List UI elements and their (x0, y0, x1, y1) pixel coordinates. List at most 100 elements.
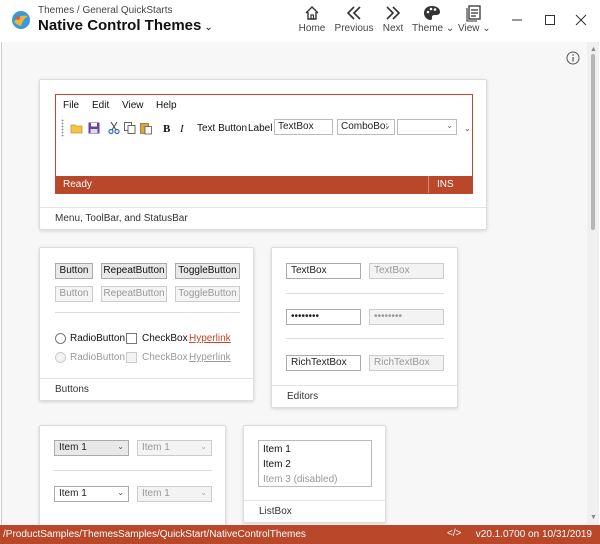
radio-button-disabled (55, 352, 66, 363)
toolbar-textbox[interactable]: TextBox (274, 119, 333, 135)
chevron-down-icon: ⌄ (117, 442, 124, 451)
toolbar-combobox-value: ComboBo: (341, 121, 389, 132)
next-icon (386, 6, 401, 20)
home-label: Home (298, 23, 326, 34)
chevron-down-icon: ⌄ (204, 22, 213, 33)
home-button[interactable]: Home (298, 4, 326, 38)
checkbox-disabled-label: CheckBox (142, 352, 188, 363)
page-title-text: Native Control Themes (38, 17, 202, 34)
chevron-down-icon: ⌄ (445, 23, 455, 34)
breadcrumb[interactable]: Themes / General QuickStarts (38, 5, 173, 16)
status-ins: INS (428, 176, 472, 193)
repeat-button-disabled: RepeatButton (101, 286, 167, 302)
buttons-caption: Buttons (40, 378, 253, 400)
italic-button[interactable]: I (180, 123, 184, 135)
hyperlink-disabled: Hyperlink (189, 352, 231, 363)
info-icon[interactable] (566, 51, 580, 65)
status-ready: Ready (63, 179, 92, 190)
chevron-down-icon: ⌄ (482, 23, 491, 34)
chevron-down-icon: ⌄ (200, 442, 207, 451)
editable-combobox-disabled: Item 1 ⌄ (137, 486, 212, 502)
chevron-down-icon: ⌄ (117, 488, 124, 497)
home-icon (305, 6, 319, 20)
editable-combobox-value: Item 1 (59, 488, 87, 499)
divider (55, 312, 240, 313)
theme-label: Theme ⌄ (412, 23, 455, 34)
open-folder-icon[interactable] (70, 121, 84, 135)
button-disabled: Button (55, 286, 93, 302)
combobox[interactable]: Item 1 ⌄ (54, 440, 129, 456)
theme-dropdown-button[interactable]: Theme ⌄ (412, 4, 455, 38)
scroll-up-icon[interactable]: ▲ (590, 46, 597, 53)
menu-help[interactable]: Help (156, 100, 177, 111)
version-text: v20.1.0700 on 10/31/2019 (475, 529, 592, 540)
divider (286, 338, 444, 339)
maximize-icon[interactable] (540, 10, 560, 30)
chevron-down-icon: ⌄ (384, 121, 391, 130)
menu-toolbar-caption: Menu, ToolBar, and StatusBar (40, 207, 486, 229)
rich-textbox-disabled: RichTextBox (369, 355, 444, 371)
bold-button[interactable]: B (163, 123, 170, 135)
listbox-caption: ListBox (244, 500, 385, 522)
menu-edit[interactable]: Edit (92, 100, 109, 111)
password-box[interactable]: •••••••• (286, 309, 361, 325)
repeat-button[interactable]: RepeatButton (101, 263, 167, 279)
toggle-button-disabled: ToggleButton (175, 286, 240, 302)
previous-icon (346, 6, 361, 20)
radio-button[interactable] (55, 333, 66, 344)
radio-button-label: RadioButton (70, 333, 126, 344)
listbox[interactable]: Item 1 Item 2 Item 3 (disabled) (258, 440, 372, 487)
page-title[interactable]: Native Control Themes ⌄ (38, 17, 213, 34)
copy-icon[interactable] (123, 121, 137, 135)
menu-toolbar-card: File Edit View Help B I Text Button Labe… (39, 79, 487, 230)
view-icon (466, 5, 481, 22)
list-item-disabled: Item 3 (disabled) (263, 474, 338, 485)
text-button[interactable]: Text Button (197, 123, 247, 134)
toolbar-grip[interactable] (61, 119, 64, 137)
editable-combobox-disabled-value: Item 1 (142, 488, 170, 499)
editable-combobox[interactable]: Item 1 ⌄ (54, 486, 129, 502)
list-item[interactable]: Item 1 (263, 444, 291, 455)
save-icon[interactable] (87, 121, 101, 135)
app-status-bar: /ProductSamples/ThemesSamples/QuickStart… (0, 525, 600, 544)
divider (286, 293, 444, 294)
toggle-button[interactable]: ToggleButton (175, 263, 240, 279)
palette-icon (424, 6, 440, 20)
radio-button-disabled-label: RadioButton (70, 352, 126, 363)
toolbar-overflow-icon[interactable]: ⌄ (464, 124, 471, 133)
menu-file[interactable]: File (63, 100, 79, 111)
scrollbar-thumb[interactable] (591, 54, 595, 230)
combobox-value: Item 1 (59, 442, 87, 453)
editors-card: TextBox TextBox •••••••• •••••••• RichTe… (271, 247, 458, 408)
cut-icon[interactable] (107, 121, 121, 135)
theme-label-text: Theme (412, 23, 444, 34)
toolbar-combobox[interactable]: ComboBo: ⌄ (337, 119, 395, 135)
scroll-down-icon[interactable]: ▼ (590, 514, 597, 521)
title-bar: Themes / General QuickStarts Native Cont… (0, 0, 600, 42)
buttons-card: Button RepeatButton ToggleButton Button … (39, 247, 254, 401)
app-logo-icon (12, 11, 30, 29)
list-item[interactable]: Item 2 (263, 459, 291, 470)
chevron-down-icon: ⌄ (446, 121, 453, 130)
checkbox-label: CheckBox (142, 333, 188, 344)
view-dropdown-button[interactable]: View ⌄ (458, 4, 491, 38)
previous-button[interactable]: Previous (334, 4, 374, 38)
hyperlink[interactable]: Hyperlink (189, 333, 231, 344)
toolbar-combobox-2[interactable]: ⌄ (397, 119, 457, 135)
checkbox-disabled (126, 352, 137, 363)
menu-toolbar-demo: File Edit View Help B I Text Button Labe… (55, 94, 473, 194)
combobox-disabled: Item 1 ⌄ (137, 440, 212, 456)
button[interactable]: Button (55, 263, 93, 279)
paste-icon[interactable] (139, 121, 153, 135)
rich-textbox[interactable]: RichTextBox (286, 355, 361, 371)
minimize-icon[interactable] (507, 10, 527, 30)
next-button[interactable]: Next (380, 4, 406, 38)
close-icon[interactable] (571, 10, 591, 30)
textbox[interactable]: TextBox (286, 263, 361, 279)
menu-view[interactable]: View (122, 100, 144, 111)
combobox-disabled-value: Item 1 (142, 442, 170, 453)
code-icon[interactable]: </> (447, 528, 461, 539)
textbox-disabled: TextBox (369, 263, 444, 279)
password-box-disabled: •••••••• (369, 309, 444, 325)
checkbox[interactable] (126, 333, 137, 344)
